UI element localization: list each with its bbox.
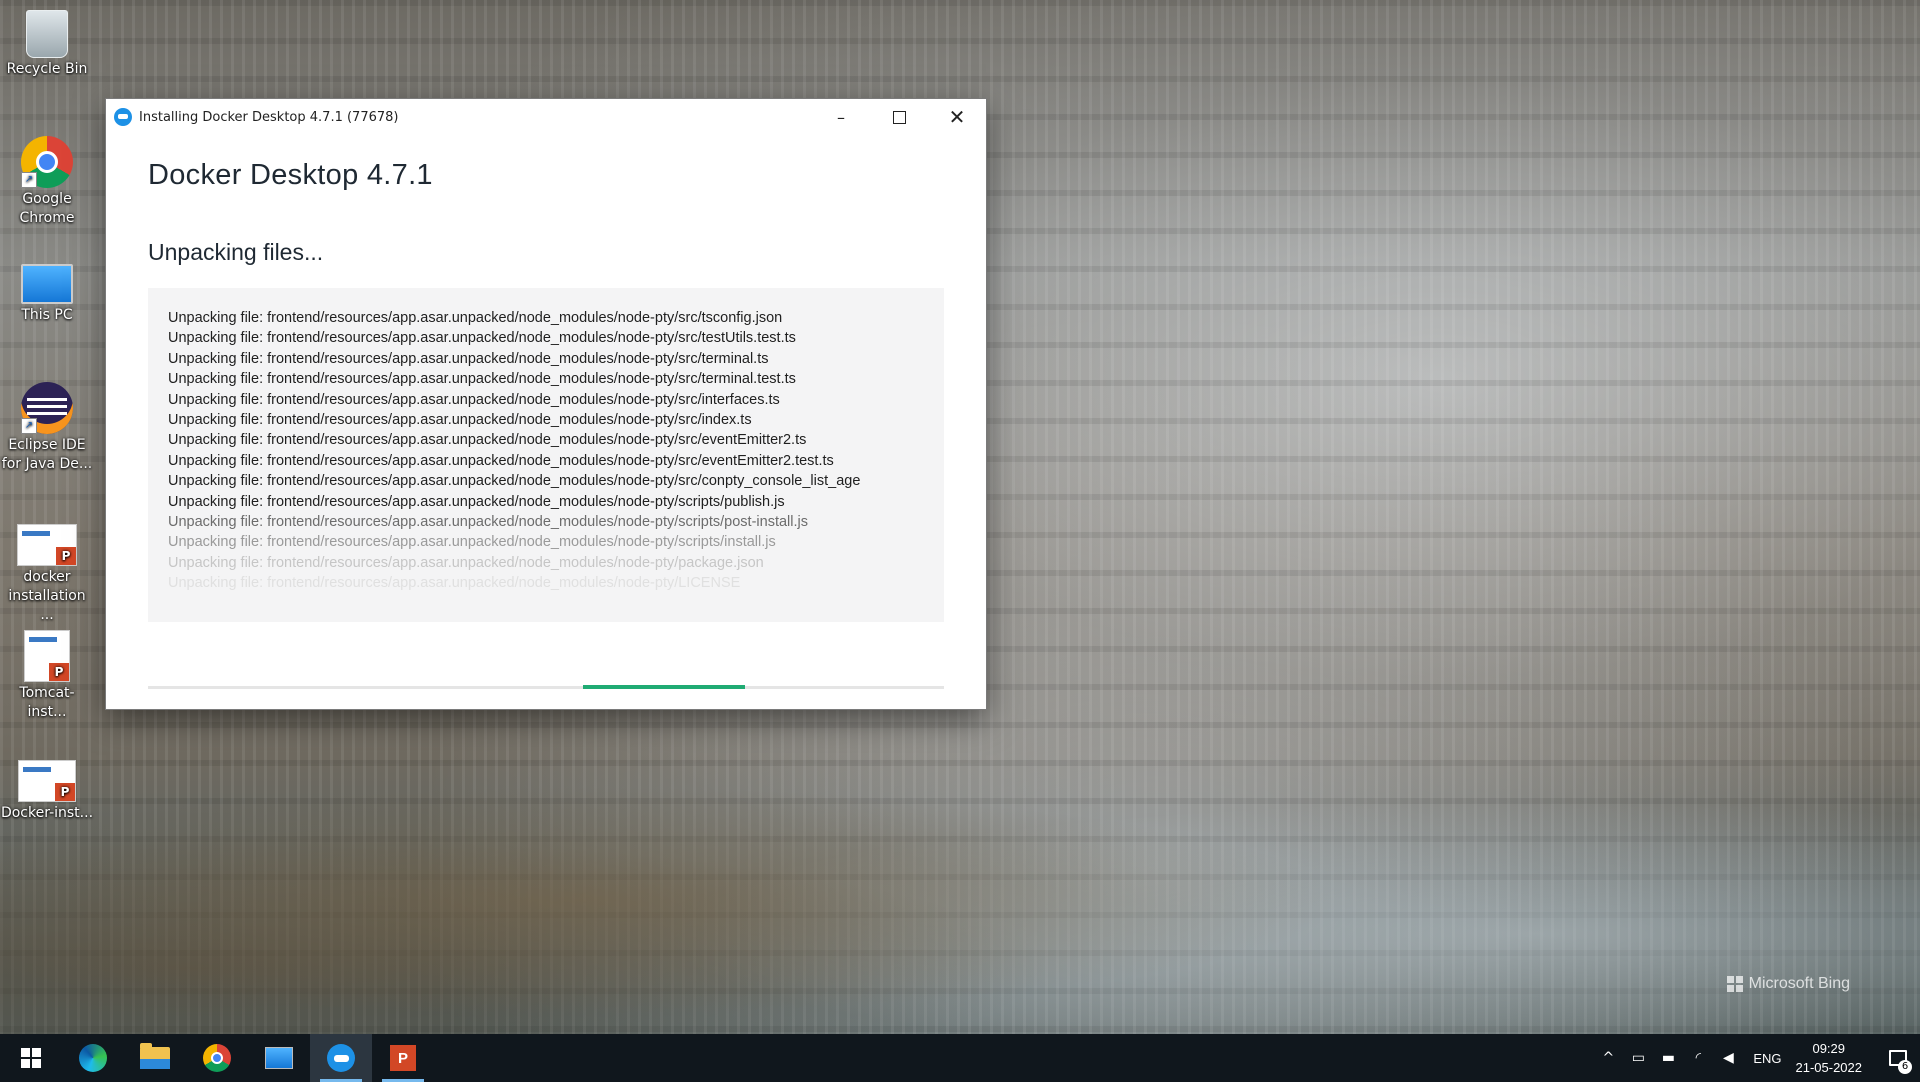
product-title: Docker Desktop 4.7.1 <box>148 159 433 191</box>
eclipse-icon: ↗ <box>21 382 73 434</box>
installer-window[interactable]: Installing Docker Desktop 4.7.1 (77678) … <box>106 99 986 709</box>
log-line: Unpacking file: frontend/resources/app.a… <box>168 350 769 367</box>
battery-icon[interactable]: ▬ <box>1655 1050 1681 1066</box>
window-titlebar[interactable]: Installing Docker Desktop 4.7.1 (77678) … <box>106 99 986 135</box>
taskbar-edge[interactable] <box>62 1034 124 1082</box>
log-line: Unpacking file: frontend/resources/app.a… <box>168 554 764 571</box>
log-line: Unpacking file: frontend/resources/app.a… <box>168 534 776 551</box>
taskbar-file-explorer[interactable] <box>124 1034 186 1082</box>
desktop-icon-recycle-bin[interactable]: Recycle Bin <box>0 10 94 79</box>
wallpaper-rocks <box>0 700 1920 1034</box>
desktop-icon-docker-inst[interactable]: P Docker-inst... <box>0 760 94 823</box>
bing-watermark: Microsoft Bing <box>1726 975 1850 993</box>
progress-indicator <box>582 685 745 689</box>
log-line: Unpacking file: frontend/resources/app.a… <box>168 330 796 347</box>
powerpoint-badge-icon: P <box>56 547 76 565</box>
taskbar-chrome[interactable] <box>186 1034 248 1082</box>
close-button[interactable]: ✕ <box>928 99 986 135</box>
clock[interactable]: 09:29 21-05-2022 <box>1796 1039 1863 1077</box>
taskbar-powerpoint[interactable]: P <box>372 1034 434 1082</box>
notification-count: 6 <box>1898 1060 1912 1074</box>
clock-date: 21-05-2022 <box>1795 1060 1863 1075</box>
window-title: Installing Docker Desktop 4.7.1 (77678) <box>139 109 399 125</box>
log-line: Unpacking file: frontend/resources/app.a… <box>168 575 741 592</box>
meet-now-icon[interactable]: ▭ <box>1625 1050 1651 1066</box>
progress-bar <box>148 685 944 689</box>
desktop-icon-chrome[interactable]: ↗ Google Chrome <box>0 136 94 228</box>
docker-icon <box>327 1044 355 1072</box>
this-pc-icon <box>21 264 73 304</box>
powerpoint-icon: P <box>390 1045 416 1071</box>
log-line: Unpacking file: frontend/resources/app.a… <box>168 371 796 388</box>
log-line: Unpacking file: frontend/resources/app.a… <box>168 452 834 469</box>
log-line: Unpacking file: frontend/resources/app.a… <box>168 514 808 531</box>
unpack-log[interactable]: Unpacking file: frontend/resources/app.a… <box>148 288 944 622</box>
desktop-icon-label: Recycle Bin <box>6 61 88 77</box>
shortcut-arrow-icon: ↗ <box>21 172 37 188</box>
taskbar-this-pc[interactable] <box>248 1034 310 1082</box>
desktop-icon-docker-installation[interactable]: P docker installation ... <box>0 524 94 625</box>
powerpoint-file-icon: P <box>18 760 76 802</box>
chevron-up-icon[interactable]: ^ <box>1595 1050 1621 1066</box>
volume-icon[interactable]: ◀ <box>1715 1050 1741 1066</box>
log-line: Unpacking file: frontend/resources/app.a… <box>168 473 861 490</box>
wifi-icon[interactable]: ◜ <box>1685 1050 1711 1066</box>
recycle-bin-icon <box>26 10 68 58</box>
document-icon: P <box>17 524 77 566</box>
maximize-icon <box>892 110 906 124</box>
taskbar: P ^ ▭ ▬ ◜ ◀ ENG 09:29 21-05-2022 6 <box>0 1034 1920 1082</box>
desktop-icon-tomcat[interactable]: P Tomcat-inst... <box>0 630 94 722</box>
desktop-icon-label: docker installation ... <box>8 569 86 623</box>
file-explorer-icon <box>140 1043 170 1069</box>
log-line: Unpacking file: frontend/resources/app.a… <box>168 412 752 429</box>
powerpoint-badge-icon: P <box>55 783 75 801</box>
desktop-icon-label: Docker-inst... <box>0 805 94 821</box>
desktop-icon-label: Eclipse IDE for Java De... <box>1 437 93 472</box>
desktop-icon-this-pc[interactable]: This PC <box>0 264 94 325</box>
shortcut-arrow-icon: ↗ <box>21 418 37 434</box>
minimize-icon: – <box>837 107 845 127</box>
powerpoint-badge-icon: P <box>49 663 69 681</box>
chrome-icon <box>203 1044 231 1072</box>
taskbar-docker[interactable] <box>310 1034 372 1082</box>
system-tray: ^ ▭ ▬ ◜ ◀ ENG 09:29 21-05-2022 6 <box>1593 1034 1920 1082</box>
edge-icon <box>79 1044 107 1072</box>
language-indicator[interactable]: ENG <box>1753 1051 1781 1066</box>
log-line: Unpacking file: frontend/resources/app.a… <box>168 432 807 449</box>
desktop-icon-label: This PC <box>21 307 73 323</box>
chrome-icon: ↗ <box>21 136 73 188</box>
powerpoint-file-icon: P <box>24 630 70 682</box>
minimize-button[interactable]: – <box>812 99 870 135</box>
close-icon: ✕ <box>948 105 966 129</box>
desktop-icon-label: Tomcat-inst... <box>19 685 75 720</box>
start-button[interactable] <box>0 1034 62 1082</box>
status-text: Unpacking files... <box>148 239 324 265</box>
log-line: Unpacking file: frontend/resources/app.a… <box>168 310 783 326</box>
log-line: Unpacking file: frontend/resources/app.a… <box>168 493 785 510</box>
docker-icon <box>114 108 132 126</box>
watermark-text: Microsoft Bing <box>1748 975 1850 992</box>
log-line: Unpacking file: frontend/resources/app.a… <box>168 391 780 408</box>
this-pc-icon <box>265 1047 293 1069</box>
desktop-icon-eclipse[interactable]: ↗ Eclipse IDE for Java De... <box>0 382 94 474</box>
notification-center-button[interactable]: 6 <box>1876 1034 1920 1082</box>
windows-start-icon <box>21 1048 41 1068</box>
maximize-button[interactable] <box>870 99 928 135</box>
desktop-icon-label: Google Chrome <box>19 191 75 226</box>
clock-time: 09:29 <box>1812 1041 1846 1056</box>
microsoft-logo-icon <box>1726 976 1743 992</box>
